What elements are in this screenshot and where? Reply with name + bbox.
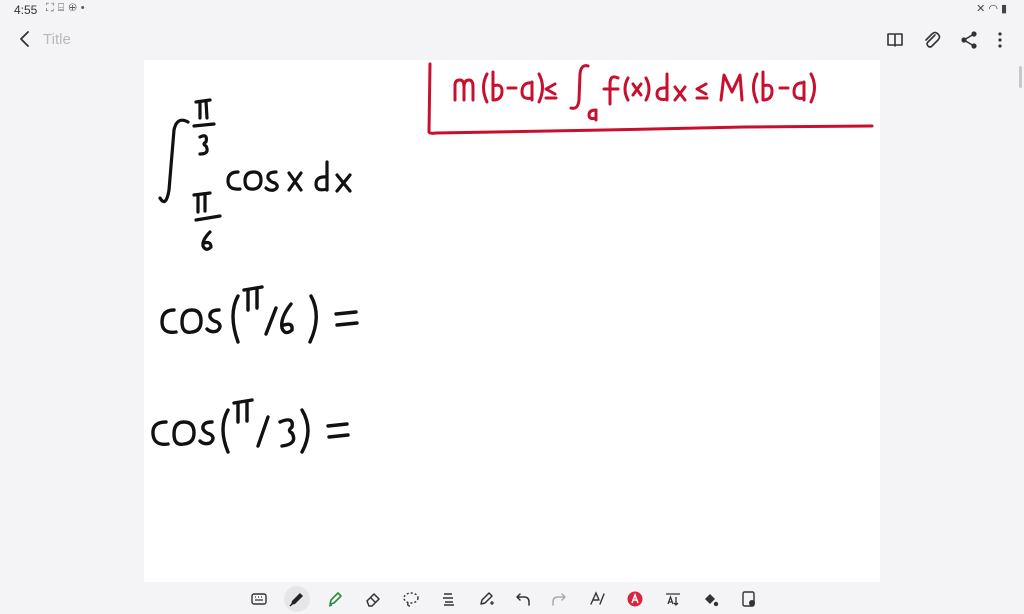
redo-icon[interactable] <box>546 586 572 612</box>
cos-pi-over-3-line <box>151 398 350 454</box>
status-right-icons: ✕◠▮ <box>976 2 1010 15</box>
lasso-icon[interactable] <box>398 586 424 612</box>
screenshot-icon: ⛶ <box>46 2 58 14</box>
paperclip-icon[interactable] <box>921 29 943 51</box>
back-icon[interactable] <box>14 28 36 50</box>
mute-icon: ✕ <box>976 3 989 15</box>
status-time: 4:55 <box>14 3 38 17</box>
more-icon[interactable] <box>989 29 1011 51</box>
fill-icon[interactable] <box>698 586 724 612</box>
pen-icon[interactable] <box>284 586 310 612</box>
handwriting-layer <box>151 62 874 454</box>
highlighter-icon[interactable] <box>322 586 348 612</box>
wifi-icon: ◠ <box>988 3 1001 15</box>
image-icon[interactable] <box>736 586 762 612</box>
undo-icon[interactable] <box>510 586 536 612</box>
status-left-icons: ⛶⌸⊕• <box>46 2 89 15</box>
keyboard-icon[interactable] <box>246 586 272 612</box>
vertical-scrollbar[interactable] <box>1019 66 1022 88</box>
text-style-icon[interactable] <box>660 586 686 612</box>
text-format-icon[interactable] <box>436 586 462 612</box>
eraser-icon[interactable] <box>360 586 386 612</box>
text-color-icon[interactable] <box>622 586 648 612</box>
scan-icon: ⌸ <box>57 2 69 14</box>
cos-pi-over-6-line <box>160 285 359 344</box>
globe-icon: ⊕ <box>68 2 81 14</box>
shape-pen-icon[interactable] <box>474 586 500 612</box>
note-title-field[interactable]: Title <box>43 31 71 48</box>
battery-icon: ▮ <box>1000 3 1010 15</box>
dot-icon: • <box>80 2 89 14</box>
book-icon[interactable] <box>884 29 906 51</box>
note-canvas[interactable] <box>144 60 880 582</box>
boxed-formula <box>427 62 874 135</box>
app-bar: Title <box>0 20 1024 60</box>
handwriting-icon[interactable] <box>584 586 610 612</box>
drawing-toolbar <box>240 584 770 614</box>
status-bar: 4:55 ⛶⌸⊕• ✕◠▮ <box>0 0 1024 20</box>
share-icon[interactable] <box>958 29 980 51</box>
integral-expression <box>158 98 352 251</box>
